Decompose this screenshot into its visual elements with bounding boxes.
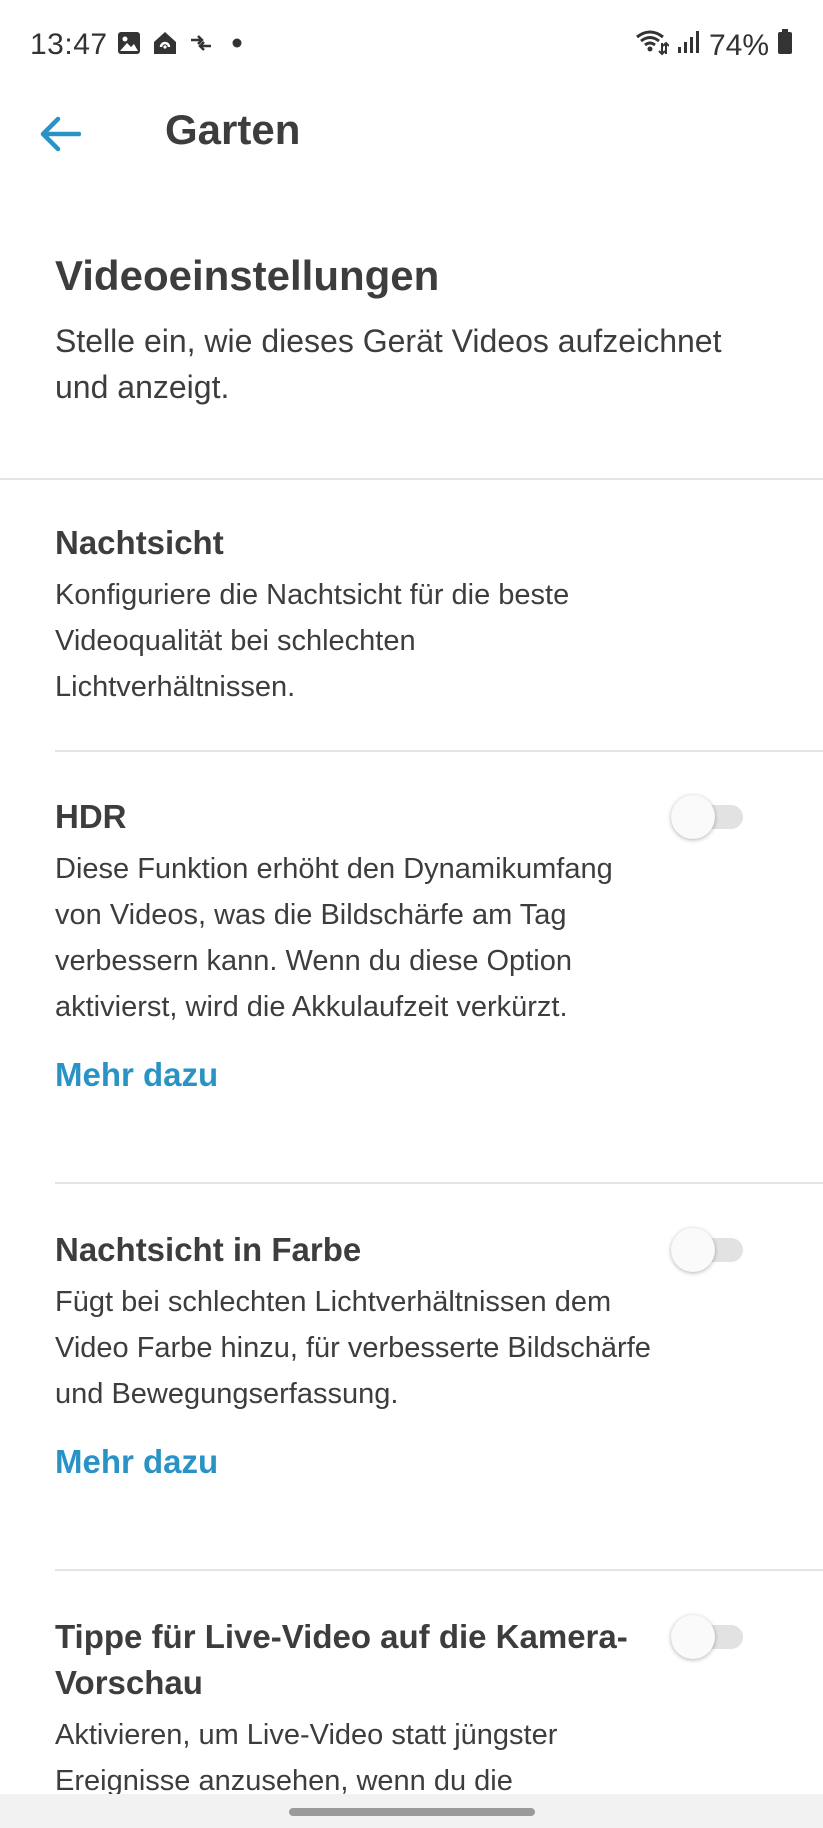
data-transfer-icon: [188, 30, 214, 56]
toggle-knob: [671, 795, 715, 839]
divider: [0, 478, 823, 480]
dot-icon: [224, 30, 250, 56]
setting-description: Aktivieren, um Live-Video statt jüngster…: [55, 1719, 558, 1797]
gallery-icon: [116, 30, 142, 56]
battery-level: 74%: [708, 29, 769, 62]
signal-icon: [677, 29, 701, 63]
divider: [55, 1182, 823, 1184]
setting-hdr: HDR Diese Funktion erhöht den Dynamikumf…: [55, 794, 823, 1094]
home-gesture-handle[interactable]: [288, 1808, 535, 1816]
wifi-icon: [635, 28, 670, 64]
setting-title: Nachtsicht: [55, 524, 224, 561]
divider: [55, 750, 823, 752]
tap-live-video-toggle[interactable]: [671, 1615, 743, 1659]
setting-title: Nachtsicht in Farbe: [55, 1231, 362, 1268]
setting-night-vision[interactable]: Nachtsicht Konfiguriere die Nachtsicht f…: [55, 520, 823, 710]
navigation-bar: [0, 1794, 823, 1828]
toggle-knob: [671, 1615, 715, 1659]
status-bar: 13:47 74%: [0, 0, 823, 94]
status-time: 13:47: [30, 28, 108, 61]
app-bar: Garten: [0, 94, 823, 214]
video-settings-header: Videoeinstellungen Stelle ein, wie diese…: [55, 252, 755, 410]
setting-title: Tippe für Live-Video auf die Kamera-Vors…: [55, 1618, 628, 1701]
learn-more-link[interactable]: Mehr dazu: [55, 1443, 218, 1481]
notification-icons: [116, 30, 250, 56]
setting-description: Fügt bei schlechten Lichtverhältnissen d…: [55, 1286, 651, 1410]
system-indicators: 74%: [635, 28, 793, 64]
battery-icon: [777, 28, 793, 64]
hdr-toggle[interactable]: [671, 795, 743, 839]
page-title: Garten: [165, 106, 301, 153]
divider: [55, 1569, 823, 1571]
toggle-knob: [671, 1228, 715, 1272]
section-title: Videoeinstellungen: [55, 252, 440, 299]
arrow-left-icon: [39, 115, 82, 158]
home-app-icon: [152, 30, 178, 56]
back-button[interactable]: [36, 112, 84, 160]
color-night-vision-toggle[interactable]: [671, 1228, 743, 1272]
section-subtitle: Stelle ein, wie dieses Gerät Videos aufz…: [55, 323, 722, 405]
setting-description: Konfiguriere die Nachtsicht für die best…: [55, 579, 570, 703]
learn-more-link[interactable]: Mehr dazu: [55, 1056, 218, 1094]
setting-description: Diese Funktion erhöht den Dynamikumfang …: [55, 853, 613, 1023]
setting-title: HDR: [55, 798, 127, 835]
